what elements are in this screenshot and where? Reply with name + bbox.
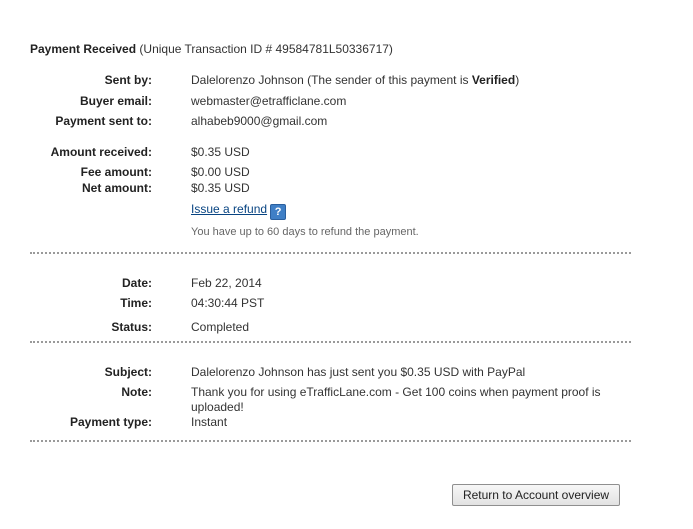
net-amount-label: Net amount:: [82, 181, 152, 195]
payment-sent-to-row: Payment sent to: alhabeb9000@gmail.com: [0, 114, 660, 130]
fee-amount-row: Fee amount: $0.00 USD: [0, 165, 660, 181]
verified-status: Verified: [471, 73, 516, 87]
amount-received-row: Amount received: $0.35 USD: [0, 145, 660, 161]
buyer-email-label: Buyer email:: [79, 94, 152, 108]
payment-sent-to-label: Payment sent to:: [55, 114, 152, 128]
date-value: Feb 22, 2014: [191, 276, 262, 290]
date-label: Date:: [121, 276, 152, 290]
status-value: Completed: [191, 320, 250, 334]
date-row: Date: Feb 22, 2014: [0, 276, 660, 292]
amount-received-label: Amount received:: [50, 145, 152, 159]
refund-note: You have up to 60 days to refund the pay…: [191, 226, 419, 238]
sender-status-suffix: ): [515, 73, 520, 87]
sender-status-prefix: (The sender of this payment is: [303, 73, 472, 87]
divider: [30, 341, 631, 343]
page-title: Payment Received (Unique Transaction ID …: [30, 42, 393, 56]
sent-by-value: Dalelorenzo Johnson (The sender of this …: [191, 73, 519, 87]
sent-by-label: Sent by:: [104, 73, 152, 87]
subject-value: Dalelorenzo Johnson has just sent you $0…: [191, 365, 526, 379]
note-row: Note: Thank you for using eTrafficLane.c…: [0, 385, 660, 417]
subject-label: Subject:: [104, 365, 152, 379]
buyer-email-row: Buyer email: webmaster@etrafficlane.com: [0, 94, 660, 110]
status-label: Status:: [111, 320, 152, 334]
time-label: Time:: [120, 296, 152, 310]
fee-amount-label: Fee amount:: [80, 165, 152, 179]
subject-row: Subject: Dalelorenzo Johnson has just se…: [0, 365, 660, 381]
issue-refund-link[interactable]: Issue a refund?: [191, 202, 287, 220]
status-row: Status: Completed: [0, 320, 660, 336]
net-amount-value: $0.35 USD: [191, 181, 250, 195]
amount-received-value: $0.35 USD: [191, 145, 250, 159]
payment-type-label: Payment type:: [69, 415, 152, 429]
divider: [30, 252, 631, 254]
help-icon[interactable]: ?: [270, 204, 287, 220]
fee-amount-value: $0.00 USD: [191, 165, 250, 179]
time-value: 04:30:44 PST: [191, 296, 265, 310]
sender-name: Dalelorenzo Johnson: [191, 73, 304, 87]
sent-by-row: Sent by: Dalelorenzo Johnson (The sender…: [0, 73, 660, 89]
return-to-account-overview-button[interactable]: Return to Account overview: [452, 484, 620, 506]
divider: [30, 440, 631, 442]
net-amount-row: Net amount: $0.35 USD: [0, 181, 660, 197]
issue-refund-label[interactable]: Issue a refund: [191, 202, 267, 216]
payment-type-value: Instant: [191, 415, 228, 429]
note-value: Thank you for using eTrafficLane.com - G…: [191, 385, 601, 414]
payment-sent-to-value: alhabeb9000@gmail.com: [191, 114, 328, 128]
time-row: Time: 04:30:44 PST: [0, 296, 660, 312]
payment-type-row: Payment type: Instant: [0, 415, 660, 431]
payment-received-heading: Payment Received: [30, 42, 137, 56]
buyer-email-value: webmaster@etrafficlane.com: [191, 94, 347, 108]
transaction-id: (Unique Transaction ID # 49584781L503367…: [139, 42, 393, 56]
note-label: Note:: [121, 385, 152, 399]
